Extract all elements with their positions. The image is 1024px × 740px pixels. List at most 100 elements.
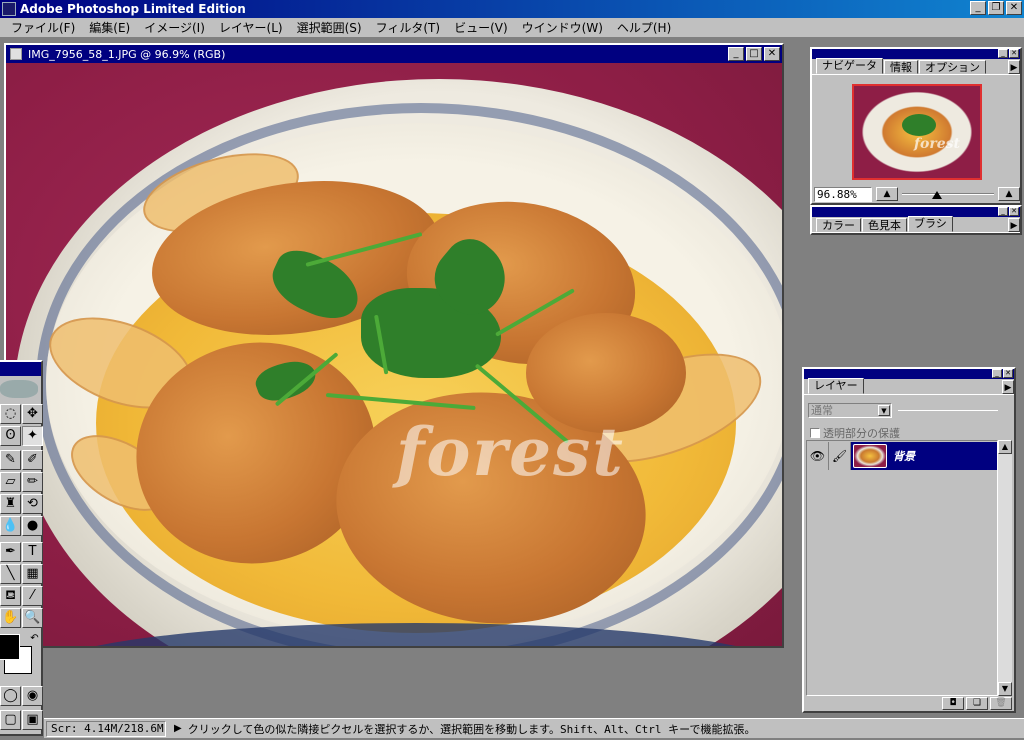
toolbox-eye-logo[interactable] [0,380,38,398]
layer-row-selected[interactable]: 背景 [851,442,997,470]
thumb-watermark: forest [914,136,960,152]
screen-mode-standard-icon[interactable]: ▢ [0,710,21,730]
blend-mode-value: 通常 [811,404,833,417]
new-layer-button[interactable]: ❏ [966,697,988,710]
image-canvas[interactable]: forest [6,63,782,646]
scroll-up-icon[interactable]: ▲ [998,440,1012,454]
palette-menu-arrow-icon[interactable]: ▶ [1002,380,1014,394]
navigator-close-button[interactable]: ✕ [1009,49,1019,58]
palette-menu-arrow-icon[interactable]: ▶ [1008,218,1020,232]
lasso-tool-icon[interactable]: ʘ [0,426,21,446]
layer-mask-button[interactable]: ◘ [942,697,964,710]
move-tool-icon[interactable]: ✥ [22,404,43,424]
thumb-herb [902,114,936,136]
navigator-palette: _ ✕ ナビゲータ 情報 オプション ▶ forest 96.88% ▲ ▲ [810,47,1022,205]
layer-row[interactable]: 👁 🖌 背景 [807,441,997,471]
preserve-transparency-checkbox[interactable] [810,428,820,438]
stamp-tool-icon[interactable]: ♜ [0,494,21,514]
quick-mask-mode-icon[interactable]: ◉ [22,686,43,706]
opacity-slider[interactable] [898,410,998,411]
standard-mode-icon[interactable]: ◯ [0,686,21,706]
navigator-thumbnail[interactable]: forest [852,84,982,180]
tab-options[interactable]: オプション [919,60,986,74]
blur-tool-icon[interactable]: 💧 [0,516,21,536]
document-icon[interactable] [10,48,22,60]
preserve-transparency[interactable]: 透明部分の保護 [810,425,900,441]
zoom-tool-icon[interactable]: 🔍 [22,608,43,628]
toolbox: ◌ ✥ ʘ ✦ ✎ ✐ ▱ ✏ ♜ ⟲ 💧 ● ✒ T ╲ ▦ ⛾ ⁄ ✋ 🔍 … [0,360,43,736]
doc-minimize-button[interactable]: _ [728,47,744,61]
document-window: IMG_7956_58_1.JPG @ 96.9% (RGB) _ □ ✕ fo… [4,43,784,648]
delete-layer-trash-icon[interactable]: 🗑 [990,697,1012,710]
eraser-tool-icon[interactable]: ▱ [0,472,21,492]
palette-menu-arrow-icon[interactable]: ▶ [1008,60,1020,74]
tab-info[interactable]: 情報 [884,60,918,74]
doc-maximize-button[interactable]: □ [746,47,762,61]
blend-mode-select[interactable]: 通常 ▼ [808,403,892,418]
screen-mode-full-icon[interactable]: ▣ [22,710,43,730]
memory-indicator[interactable]: Scr: 4.14M/218.6M [46,720,166,737]
status-menu-arrow-icon[interactable]: ▶ [174,723,182,734]
color-close-button[interactable]: ✕ [1009,207,1019,216]
line-tool-icon[interactable]: ╲ [0,564,21,584]
zoom-out-button[interactable]: ▲ [876,187,898,201]
menu-window[interactable]: ウインドウ(W) [515,19,610,36]
zoom-slider-track [902,193,994,195]
history-brush-tool-icon[interactable]: ⟲ [22,494,43,514]
toolbox-title[interactable] [0,362,41,376]
menu-file[interactable]: ファイル(F) [4,19,82,36]
zoom-in-button[interactable]: ▲ [998,187,1020,201]
hand-tool-icon[interactable]: ✋ [0,608,21,628]
menu-filter[interactable]: フィルタ(T) [369,19,447,36]
navigator-minimize-button[interactable]: _ [998,49,1008,58]
type-tool-icon[interactable]: T [22,542,43,562]
tab-brushes[interactable]: ブラシ [908,216,953,232]
eyedropper-tool-icon[interactable]: ⁄ [22,586,43,606]
restore-button[interactable]: ❐ [988,1,1004,15]
magic-wand-tool-icon[interactable]: ✦ [22,426,43,446]
menu-image[interactable]: イメージ(I) [137,19,212,36]
paintbrush-tool-icon[interactable]: ✐ [22,450,43,470]
tab-layers[interactable]: レイヤー [808,378,864,394]
menu-select[interactable]: 選択範囲(S) [290,19,369,36]
layers-close-button[interactable]: ✕ [1003,369,1013,378]
marquee-tool-icon[interactable]: ◌ [0,404,21,424]
close-button[interactable]: ✕ [1006,1,1022,15]
zoom-slider[interactable] [902,187,994,201]
photoshop-app-icon[interactable] [2,2,16,16]
color-minimize-button[interactable]: _ [998,207,1008,216]
eye-icon[interactable]: 👁 [807,442,829,470]
tab-swatches[interactable]: 色見本 [862,218,907,232]
layers-minimize-button[interactable]: _ [992,369,1002,378]
zoom-slider-thumb[interactable] [932,191,942,199]
app-title: Adobe Photoshop Limited Edition [20,2,246,16]
gradient-tool-icon[interactable]: ▦ [22,564,43,584]
foreground-color-swatch[interactable] [0,634,20,660]
minimize-button[interactable]: _ [970,1,986,15]
layers-scrollbar[interactable]: ▲ ▼ [998,440,1012,696]
layer-name: 背景 [893,450,915,463]
airbrush-tool-icon[interactable]: ✎ [0,450,21,470]
brush-icon[interactable]: 🖌 [829,442,851,470]
menu-edit[interactable]: 編集(E) [82,19,137,36]
layers-palette: _ ✕ レイヤー ▶ 通常 ▼ 透明部分の保護 👁 🖌 背景 ▲ ▼ ◘ ❏ 🗑 [802,367,1016,713]
pencil-tool-icon[interactable]: ✏ [22,472,43,492]
scroll-down-icon[interactable]: ▼ [998,682,1012,696]
tab-color[interactable]: カラー [816,218,861,232]
status-hint: クリックして色の似た隣接ピクセルを選択するか、選択範囲を移動します。Shift、… [187,722,756,736]
pen-tool-icon[interactable]: ✒ [0,542,21,562]
menu-view[interactable]: ビュー(V) [447,19,515,36]
app-title-bar[interactable]: Adobe Photoshop Limited Edition _ ❐ ✕ [0,0,1024,18]
menu-layer[interactable]: レイヤー(L) [212,19,290,36]
zoom-field[interactable]: 96.88% [814,186,872,202]
dodge-tool-icon[interactable]: ● [22,516,43,536]
document-title: IMG_7956_58_1.JPG @ 96.9% (RGB) [28,47,226,61]
document-title-bar[interactable]: IMG_7956_58_1.JPG @ 96.9% (RGB) _ □ ✕ [6,45,782,63]
tab-navigator[interactable]: ナビゲータ [816,58,883,74]
doc-close-button[interactable]: ✕ [764,47,780,61]
layer-list: 👁 🖌 背景 [806,440,998,696]
swap-colors-icon[interactable]: ↶ [24,630,45,650]
menu-help[interactable]: ヘルプ(H) [610,19,678,36]
paint-bucket-tool-icon[interactable]: ⛾ [0,586,21,606]
chevron-down-icon[interactable]: ▼ [878,405,890,416]
